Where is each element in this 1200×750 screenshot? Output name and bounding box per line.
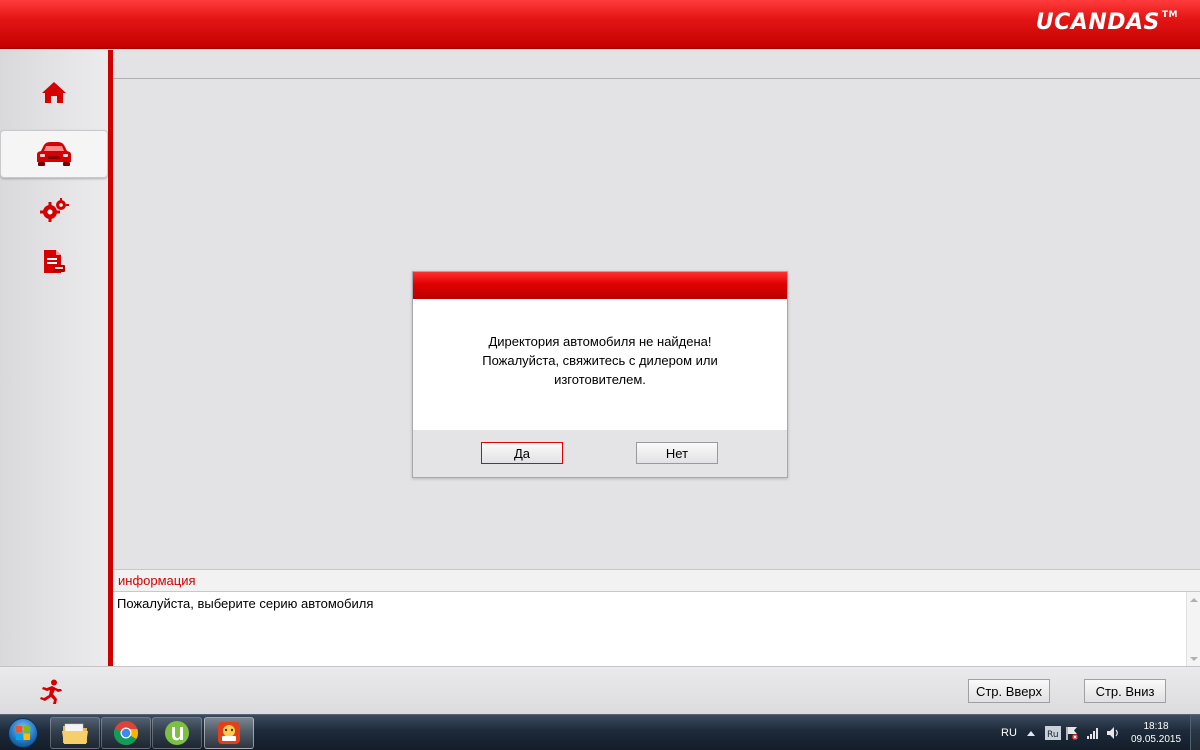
- dialog-message-line2: Пожалуйста, свяжитесь с дилером или: [482, 352, 718, 368]
- exit-button[interactable]: [38, 679, 66, 708]
- page-down-button[interactable]: Стр. Вниз: [1084, 679, 1166, 703]
- app-header: UCANDAS TM: [0, 0, 1200, 49]
- car-icon: [37, 142, 71, 166]
- info-text: Пожалуйста, выберите серию автомобиля: [117, 596, 374, 611]
- home-icon: [42, 82, 66, 103]
- svg-text:Ru: Ru: [1047, 730, 1059, 740]
- taskbar-utorrent[interactable]: [152, 717, 202, 749]
- page-up-button[interactable]: Стр. Вверх: [968, 679, 1050, 703]
- language-indicator[interactable]: RU: [1001, 715, 1017, 750]
- keyboard-layout-icon[interactable]: Ru: [1045, 726, 1061, 740]
- bottom-toolbar: Стр. Вверх Стр. Вниз: [0, 666, 1200, 714]
- utorrent-icon: [165, 721, 189, 745]
- network-signal-icon[interactable]: [1086, 726, 1100, 740]
- taskbar-ucandas-app[interactable]: [204, 717, 254, 749]
- info-scrollbar[interactable]: [1186, 592, 1200, 667]
- action-center-flag-icon[interactable]: [1066, 726, 1078, 740]
- running-man-icon: [40, 679, 62, 704]
- dialog-footer: Да Нет: [413, 430, 787, 477]
- show-desktop-button[interactable]: [1190, 715, 1200, 750]
- report-icon: [44, 250, 65, 273]
- sidebar-item-home[interactable]: [0, 68, 108, 116]
- system-clock[interactable]: 18:18 09.05.2015: [1128, 720, 1184, 746]
- sidebar-item-settings[interactable]: [0, 186, 108, 234]
- windows-taskbar: RU Ru 18:18 09.05.2015: [0, 714, 1200, 750]
- dialog-message: Директория автомобиля не найдена! Пожалу…: [413, 299, 787, 431]
- info-panel: Пожалуйста, выберите серию автомобиля: [113, 591, 1200, 667]
- yes-button[interactable]: Да: [481, 442, 563, 464]
- scroll-up-arrow-icon[interactable]: [1190, 598, 1198, 602]
- dialog-message-line3: изготовителем.: [554, 371, 646, 387]
- sidebar: [0, 50, 108, 666]
- dialog-message-line1: Директория автомобиля не найдена!: [488, 333, 712, 349]
- clock-date: 09.05.2015: [1130, 734, 1182, 745]
- info-title: информация: [118, 573, 196, 588]
- clock-time: 18:18: [1143, 721, 1169, 732]
- no-button[interactable]: Нет: [636, 442, 718, 464]
- start-button[interactable]: [2, 715, 44, 750]
- chrome-icon: [113, 721, 139, 746]
- gears-icon: [40, 198, 69, 222]
- error-dialog: Директория автомобиля не найдена! Пожалу…: [412, 271, 788, 478]
- logo-text: UCANDAS: [1035, 10, 1160, 35]
- ucandas-app-icon: [218, 722, 240, 744]
- scroll-down-arrow-icon[interactable]: [1190, 657, 1198, 661]
- taskbar-chrome[interactable]: [101, 717, 151, 749]
- volume-icon[interactable]: [1106, 726, 1120, 740]
- logo-trademark: TM: [1161, 10, 1178, 20]
- content-divider: [113, 78, 1200, 79]
- ucandas-logo: UCANDAS TM: [1036, 10, 1178, 35]
- dialog-title-bar: [413, 272, 787, 299]
- file-explorer-icon: [62, 723, 88, 744]
- sidebar-item-vehicle[interactable]: [0, 130, 108, 178]
- sidebar-item-report[interactable]: [0, 238, 108, 286]
- windows-logo-icon: [8, 718, 38, 748]
- info-panel-header: информация: [113, 569, 1200, 591]
- taskbar-file-explorer[interactable]: [50, 717, 100, 749]
- show-hidden-icons-arrow-icon[interactable]: [1027, 730, 1035, 736]
